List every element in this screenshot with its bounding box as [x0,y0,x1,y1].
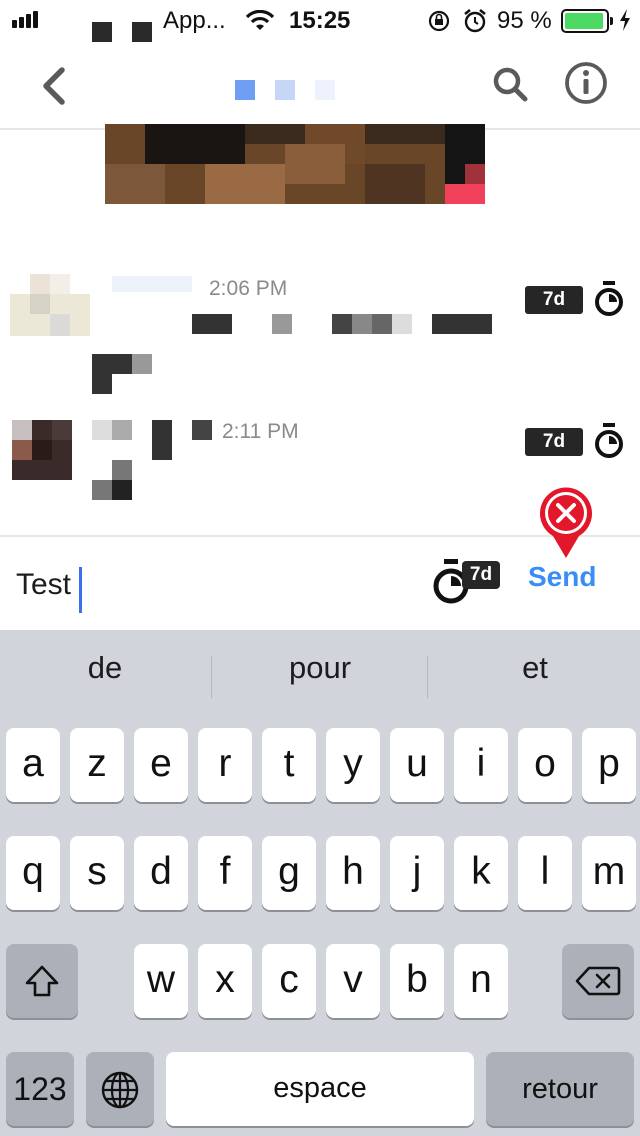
numbers-key[interactable]: 123 [6,1052,74,1126]
text-cursor [79,566,83,613]
key[interactable]: t [262,728,316,802]
message-body-redacted [92,440,172,500]
key[interactable]: b [390,944,444,1018]
keyboard: de pour et a z e r t y u i o p q s d f g… [0,630,640,1136]
key[interactable]: h [326,836,380,910]
battery-icon [561,9,613,33]
redacted-block [92,22,112,42]
key[interactable]: r [198,728,252,802]
message-input[interactable]: Test [16,563,396,613]
wifi-icon [245,10,275,30]
key[interactable]: a [6,728,60,802]
key[interactable]: z [70,728,124,802]
key[interactable]: v [326,944,380,1018]
send-button[interactable]: Send [528,561,596,593]
suggestion-divider [427,656,428,698]
suggestion-divider [211,656,212,698]
avatar[interactable] [12,420,72,480]
redacted-block [132,22,152,42]
orientation-lock-icon [428,10,450,32]
message-row: 2:06 PM 7d [0,270,640,400]
battery-percent: 95 % [497,7,552,34]
suggestion[interactable]: pour [220,650,420,686]
timer-icon [595,281,623,316]
shift-icon [25,965,59,997]
key[interactable]: o [518,728,572,802]
key[interactable]: f [198,836,252,910]
avatar[interactable] [10,274,90,336]
media-thumbnail-redacted[interactable] [105,124,485,204]
return-key[interactable]: retour [486,1052,634,1126]
battery-fill [565,13,603,29]
key[interactable]: l [518,836,572,910]
charging-icon [620,9,630,31]
sender-name-redacted [92,420,212,440]
search-icon[interactable] [492,66,530,104]
key[interactable]: c [262,944,316,1018]
key[interactable]: s [70,836,124,910]
carrier-label: App... [163,7,226,34]
key[interactable]: i [454,728,508,802]
expiry-badge: 7d [525,428,583,456]
globe-key[interactable] [86,1052,154,1126]
key[interactable]: n [454,944,508,1018]
key[interactable]: m [582,836,636,910]
suggestion[interactable]: et [435,650,635,686]
message-timestamp: 2:06 PM [209,277,288,300]
key[interactable]: y [326,728,380,802]
nav-bar [0,44,640,130]
message-input-text: Test [16,568,72,601]
shift-key[interactable] [6,944,78,1018]
key[interactable]: e [134,728,188,802]
timer-label: 7d [462,561,500,589]
suggestion[interactable]: de [5,650,205,686]
expiry-timer-button[interactable]: 7d [432,557,504,607]
error-x-icon[interactable] [537,484,595,562]
key[interactable]: w [134,944,188,1018]
sender-name-redacted [112,276,192,292]
space-key[interactable]: espace [166,1052,474,1126]
globe-icon [101,1071,139,1109]
key[interactable]: j [390,836,444,910]
message-timestamp: 2:11 PM [222,420,299,443]
conversation-title-redacted [235,80,337,100]
status-bar: App... 15:25 95 % [0,0,640,44]
key[interactable]: u [390,728,444,802]
key[interactable]: p [582,728,636,802]
key[interactable]: q [6,836,60,910]
backspace-icon [575,966,621,996]
expiry-badge: 7d [525,286,583,314]
info-icon[interactable] [564,61,608,105]
clock: 15:25 [289,7,351,34]
timer-icon [595,423,623,458]
key[interactable]: k [454,836,508,910]
key[interactable]: g [262,836,316,910]
key[interactable]: d [134,836,188,910]
key[interactable]: x [198,944,252,1018]
back-chevron-icon[interactable] [38,66,68,106]
message-body-redacted [92,314,502,394]
backspace-key[interactable] [562,944,634,1018]
alarm-icon [464,8,486,33]
